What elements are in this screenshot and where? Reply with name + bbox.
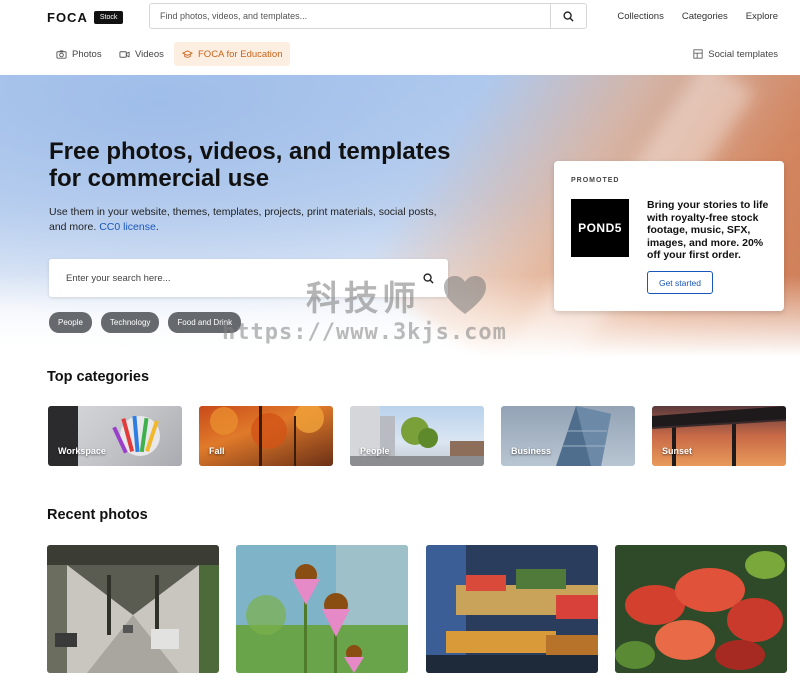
tab-education-label: FOCA for Education [198,48,283,60]
graduation-cap-icon [182,49,193,58]
category-workspace[interactable]: Workspace [48,406,182,466]
camera-icon [56,49,67,59]
sunset-image [652,406,786,466]
recent-photo-1[interactable] [47,545,219,673]
chip-technology[interactable]: Technology [100,312,160,333]
suggestion-chips: People Technology Food and Drink [49,312,242,333]
social-templates-link[interactable]: Social templates [693,42,778,66]
hero-title: Free photos, videos, and templates for c… [49,138,451,192]
recent-photo-3[interactable] [426,545,598,673]
category-label: Fall [209,446,225,456]
category-label: Sunset [662,446,693,456]
promoted-label: PROMOTED [571,177,620,184]
logo-text: FOCA [47,10,88,25]
top-nav: Collections Categories Explore [617,11,778,22]
street-underpass-image [47,545,219,673]
sub-nav: Photos Videos FOCA for Education Social … [0,40,800,68]
search-icon [563,10,574,22]
heart-icon [444,276,486,314]
nav-collections[interactable]: Collections [617,11,663,22]
category-label: Business [511,446,552,456]
logo-badge: Stock [93,11,124,24]
video-icon [119,50,130,58]
category-people[interactable]: People [350,406,484,466]
get-started-button[interactable]: Get started [647,271,713,294]
category-label: People [360,446,390,456]
category-sunset[interactable]: Sunset [652,406,786,466]
search-icon [422,272,434,284]
tab-videos-label: Videos [135,48,164,60]
people-image [350,406,484,466]
social-templates-label: Social templates [708,48,778,60]
market-stall-image [426,545,598,673]
promoted-card: PROMOTED POND5 Bring your stories to lif… [554,161,784,311]
business-image [556,406,611,466]
template-icon [693,49,703,59]
top-categories-title: Top categories [47,369,150,385]
fall-image [210,406,324,466]
recent-photos-title: Recent photos [47,507,148,523]
license-link[interactable]: CC0 license [99,221,156,233]
watermark-url: https://www.3kjs.com [222,320,507,345]
nav-categories[interactable]: Categories [682,11,728,22]
chip-people[interactable]: People [49,312,92,333]
header-search-button[interactable] [550,4,586,28]
category-business[interactable]: Business [501,406,635,466]
promo-text: Bring your stories to life with royalty-… [647,199,769,261]
tab-education[interactable]: FOCA for Education [174,42,291,66]
tab-videos[interactable]: Videos [111,42,172,66]
category-fall[interactable]: Fall [199,406,333,466]
header-search-input[interactable] [150,4,550,28]
logo[interactable]: FOCA Stock [47,10,124,25]
recent-photo-2[interactable] [236,545,408,673]
autumn-leaves-image [615,545,787,673]
nav-explore[interactable]: Explore [746,11,778,22]
recent-photo-4[interactable] [615,545,787,673]
workspace-image [48,406,160,466]
tab-photos-label: Photos [72,48,102,60]
pond5-logo[interactable]: POND5 [571,199,629,257]
tab-photos[interactable]: Photos [48,42,110,66]
header-search [149,3,587,29]
category-label: Workspace [58,446,106,456]
hero-subtitle: Use them in your website, themes, templa… [49,206,437,233]
coneflowers-image [236,545,408,673]
top-bar: FOCA Stock Collections Categories Explor… [0,0,800,36]
watermark-text: 科技师 [306,279,420,319]
